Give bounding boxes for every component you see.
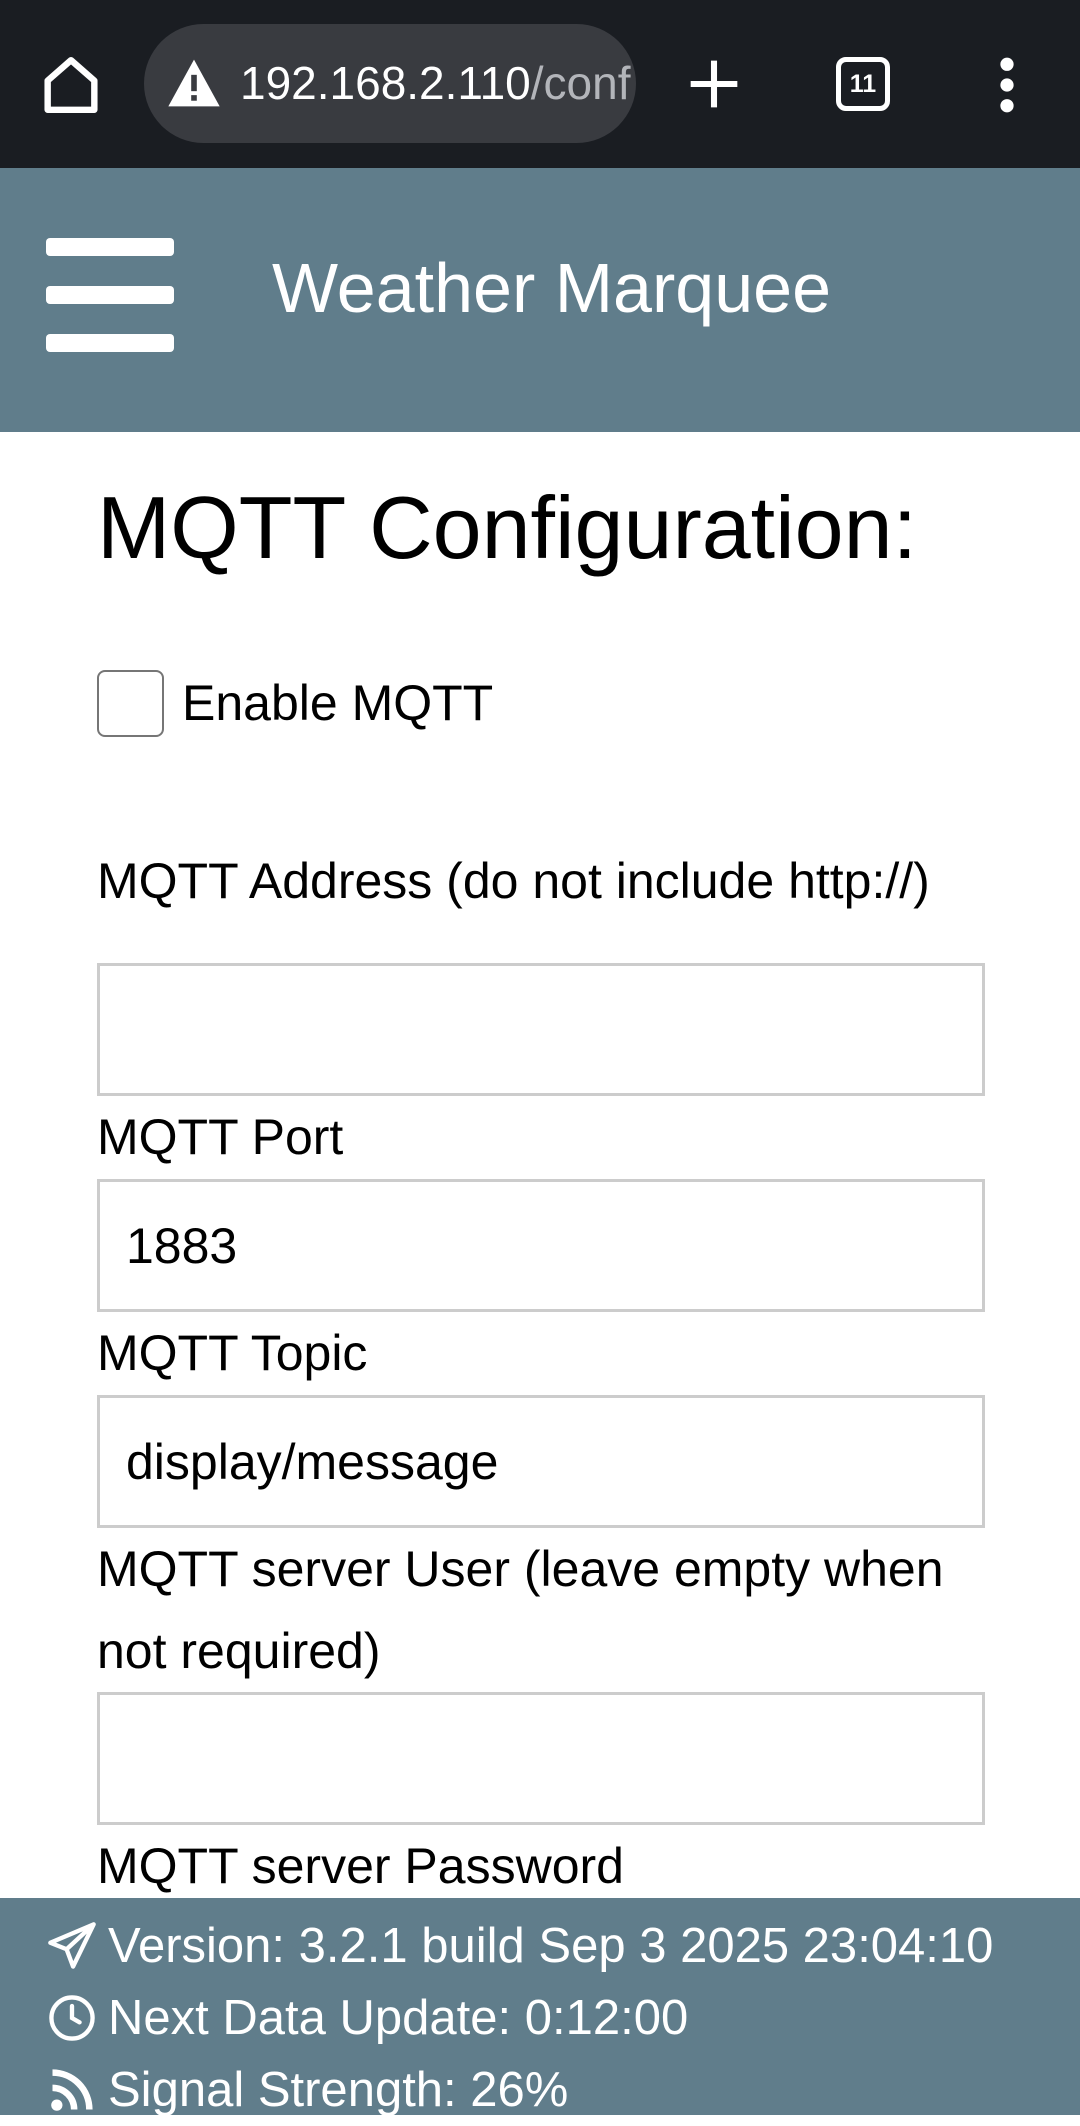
- plus-icon[interactable]: [686, 56, 742, 112]
- mqtt-password-label: MQTT server Password: [97, 1838, 624, 1894]
- version-text: Version: 3.2.1 build Sep 3 2025 23:04:10: [108, 1919, 994, 1973]
- hamburger-icon[interactable]: [46, 238, 174, 352]
- signal-line: Signal Strength: 26%: [46, 2054, 568, 2126]
- url-host: 192.168.2.110: [240, 57, 531, 109]
- url-path: /conf: [530, 57, 631, 109]
- url-text: 192.168.2.110/conf: [240, 24, 631, 143]
- mqtt-user-input[interactable]: [97, 1692, 985, 1825]
- app-title: Weather Marquee: [272, 249, 832, 327]
- mqtt-topic-label: MQTT Topic: [97, 1325, 368, 1381]
- page-title: MQTT Configuration:: [97, 478, 918, 577]
- mqtt-user-label: MQTT server User (leave empty when not r…: [97, 1541, 944, 1679]
- tab-count: 11: [849, 70, 877, 98]
- version-line: Version: 3.2.1 build Sep 3 2025 23:04:10: [46, 1910, 993, 1982]
- next-update-text: Next Data Update: 0:12:00: [108, 1991, 689, 2045]
- mqtt-address-input[interactable]: [97, 963, 985, 1096]
- mqtt-topic-input[interactable]: [97, 1395, 985, 1528]
- app-header: Weather Marquee: [0, 168, 1080, 432]
- mqtt-port-input[interactable]: [97, 1179, 985, 1312]
- clock-icon: [49, 1995, 95, 2041]
- enable-mqtt-checkbox[interactable]: [97, 670, 164, 737]
- enable-mqtt-label: Enable MQTT: [182, 675, 494, 731]
- signal-text: Signal Strength: 26%: [108, 2063, 569, 2117]
- mqtt-port-label: MQTT Port: [97, 1109, 344, 1165]
- address-bar[interactable]: 192.168.2.110/conf: [144, 24, 636, 143]
- tabs-icon[interactable]: 11: [836, 57, 890, 111]
- browser-toolbar: 192.168.2.110/conf 11: [0, 0, 1080, 168]
- rss-icon: [51, 2069, 93, 2111]
- home-icon[interactable]: [36, 50, 106, 120]
- mqtt-address-label: MQTT Address (do not include http://): [97, 853, 930, 909]
- more-vert-icon[interactable]: [990, 56, 1024, 114]
- paper-plane-icon: [48, 1922, 96, 1969]
- warning-icon: [168, 59, 220, 107]
- next-update-line: Next Data Update: 0:12:00: [46, 1982, 688, 2054]
- status-footer: Version: 3.2.1 build Sep 3 2025 23:04:10…: [0, 1898, 1080, 2117]
